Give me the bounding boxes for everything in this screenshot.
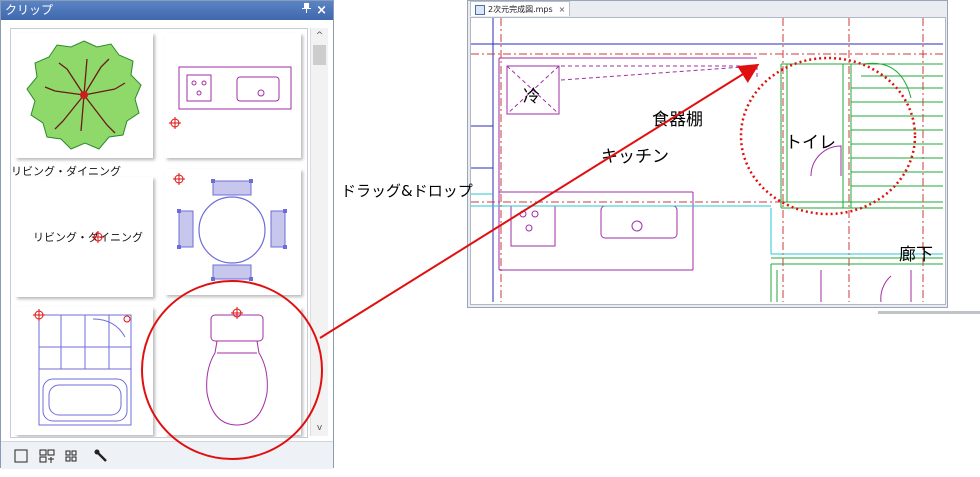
room-label-fridge: 冷 [523, 87, 540, 107]
scroll-down-button[interactable]: v [311, 420, 328, 436]
document-window: 2次元完成図.mps × 冷 食器棚 キッチン トイレ 廊下 [467, 0, 948, 308]
document-tab-label: 2次元完成図.mps [488, 5, 553, 14]
document-icon [475, 4, 485, 15]
tab-close-icon[interactable]: × [559, 5, 566, 14]
clip-toolbar [1, 441, 333, 469]
insertion-point-icon [92, 231, 104, 243]
floor-plan-drawing [471, 18, 943, 303]
scroll-thumb[interactable] [313, 45, 326, 65]
room-label-kitchen: キッチン [601, 147, 669, 167]
clip-panel: クリップ × リビング・ダイニング リビング・ダイニング ^ v [0, 0, 334, 469]
kitchen-counter-icon [169, 66, 292, 129]
clip-tile-text[interactable]: リビング・ダイニング [15, 177, 153, 297]
clip-tile-inner-text: リビング・ダイニング [33, 231, 143, 244]
clip-panel-title: クリップ [5, 3, 54, 17]
clip-tile-bathroom[interactable] [15, 307, 153, 435]
window-shadow-strip [878, 311, 980, 314]
layout-icon[interactable] [39, 448, 55, 464]
room-label-toilet: トイレ [785, 133, 836, 153]
wrench-icon[interactable] [93, 448, 109, 464]
room-label-cupboard: 食器棚 [652, 110, 703, 130]
pin-icon[interactable] [302, 1, 311, 20]
clip-scrollbar[interactable]: ^ v [310, 28, 328, 436]
tree-icon [26, 40, 142, 150]
clip-tile-dining-table[interactable] [165, 169, 301, 295]
dining-table-icon [173, 173, 287, 281]
bathroom-icon [33, 309, 132, 426]
room-label-hallway: 廊下 [899, 245, 933, 265]
clip-tile-toilet[interactable] [165, 307, 301, 435]
drag-and-drop-label: ドラッグ&ドロップ [341, 182, 473, 200]
clip-thumbnail-area: リビング・ダイニング リビング・ダイニング [10, 28, 308, 438]
document-tab[interactable]: 2次元完成図.mps × [470, 1, 571, 16]
drawing-canvas[interactable]: 冷 食器棚 キッチン トイレ 廊下 [470, 17, 946, 305]
close-icon[interactable]: × [316, 1, 327, 20]
grid-icon[interactable] [63, 448, 79, 464]
square-icon[interactable] [13, 448, 29, 464]
clip-tile-tree[interactable] [15, 33, 153, 158]
toilet-icon [206, 307, 268, 426]
clip-panel-title-bar: クリップ × [1, 1, 333, 20]
clip-tile-kitchen-sink[interactable] [165, 33, 301, 158]
scroll-up-button[interactable]: ^ [311, 28, 328, 44]
